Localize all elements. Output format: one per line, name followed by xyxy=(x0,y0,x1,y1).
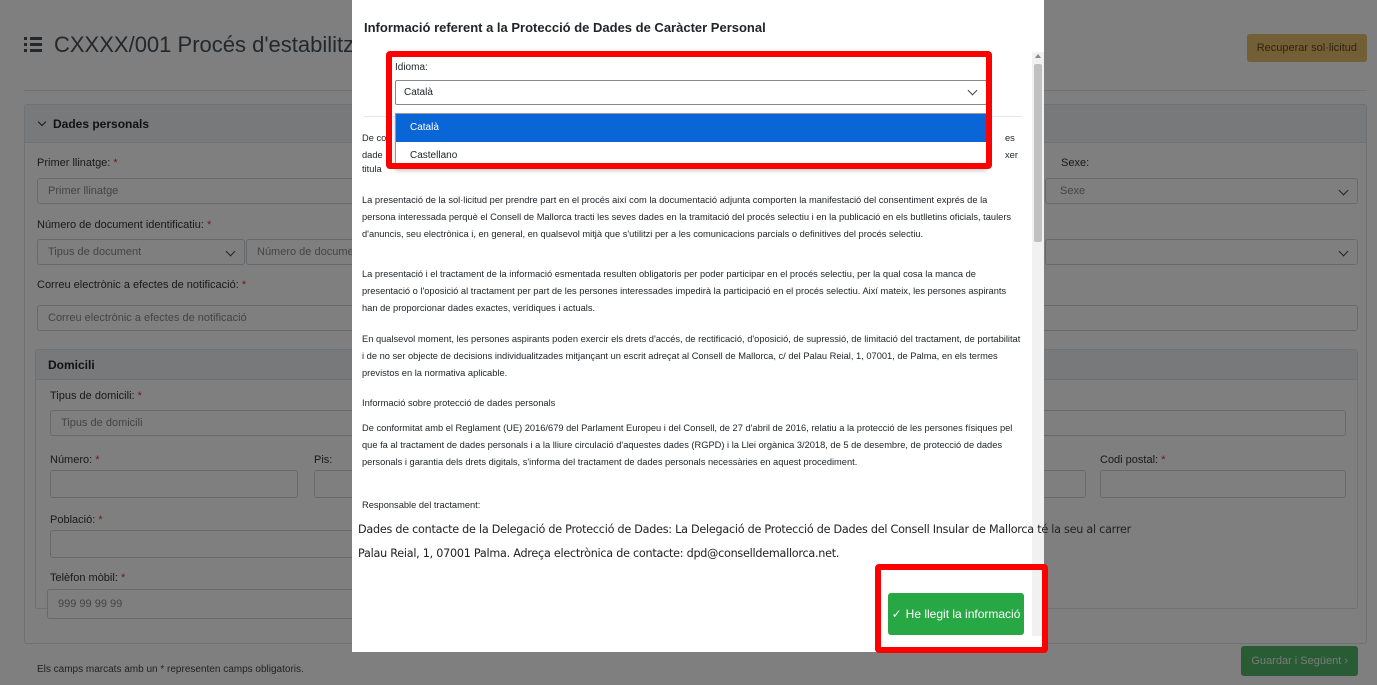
dpo-contact-line-2: Palau Reial, 1, 07001 Palma. Adreça elec… xyxy=(358,547,840,560)
modal-title: Informació referent a la Protecció de Da… xyxy=(364,20,766,35)
paragraph-obligatory: La presentació i el tractament de la inf… xyxy=(362,269,1007,313)
paragraph-rgpd: De conformitat amb el Reglament (UE) 201… xyxy=(362,423,1013,467)
paragraph-heading: Informació sobre protecció de dades pers… xyxy=(362,398,556,408)
paragraph-consent: La presentació de la sol·licitud per pre… xyxy=(362,195,1012,239)
paragraph-responsible: Responsable del tractament: xyxy=(362,500,481,510)
paragraph-rights: En qualsevol moment, les persones aspira… xyxy=(362,334,1021,378)
highlight-language-selector xyxy=(386,51,992,169)
dpo-contact-line-1: Dades de contacte de la Delegació de Pro… xyxy=(358,523,1131,536)
partial-text-1-end: es xyxy=(1005,133,1015,143)
highlight-read-button xyxy=(875,564,1048,653)
dpo-contact-text: Dades de contacte de la Delegació de Pro… xyxy=(358,518,1131,566)
scroll-thumb[interactable] xyxy=(1034,64,1042,242)
scroll-up-icon[interactable] xyxy=(1035,54,1041,58)
partial-text-2-end: xer xyxy=(1005,150,1018,160)
